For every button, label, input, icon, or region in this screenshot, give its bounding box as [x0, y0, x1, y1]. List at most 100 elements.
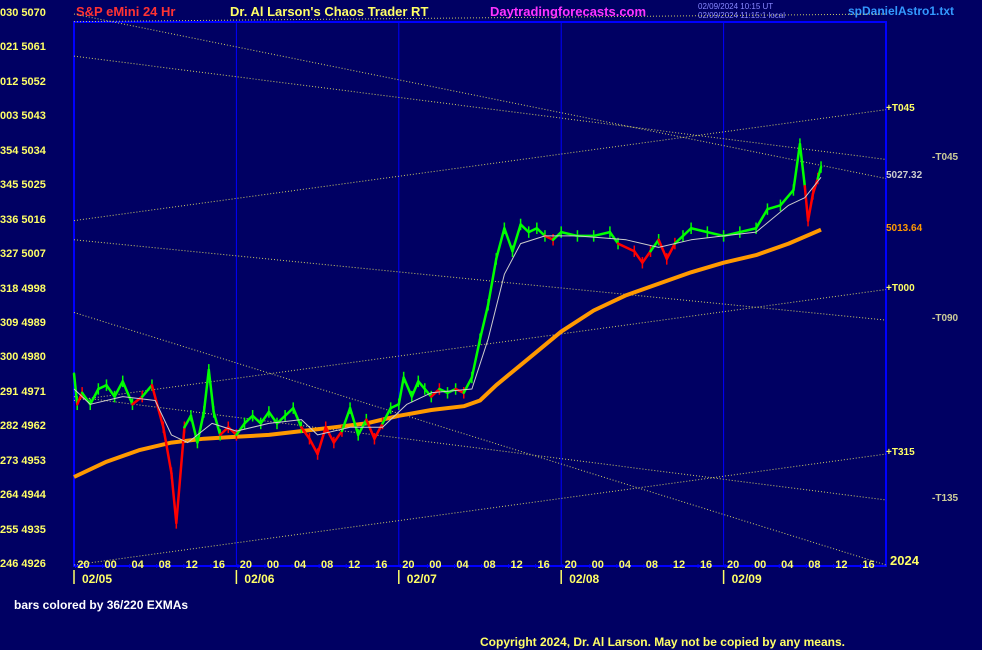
price-segment [183, 414, 193, 429]
price-segment [665, 242, 677, 261]
planet-line-label: -T045 [932, 152, 959, 164]
price-segment [373, 422, 384, 440]
price-segment [348, 406, 360, 437]
price-segment [738, 227, 758, 234]
date-label: 02/07 [407, 572, 437, 586]
price-segment [706, 230, 725, 238]
price-segment [316, 426, 327, 456]
price-segment [88, 387, 100, 406]
ema220-line [73, 227, 822, 479]
hour-label: 08 [321, 559, 333, 571]
hour-label: 20 [402, 559, 414, 571]
price-segment [170, 471, 178, 525]
price-segment [519, 223, 530, 234]
hour-label: 20 [565, 559, 577, 571]
planet-line [73, 13, 887, 180]
hour-label: 08 [808, 559, 820, 571]
planet-line-label: -T135 [932, 492, 959, 504]
price-segment [608, 230, 620, 245]
price-segment [511, 223, 522, 253]
hour-label: 16 [862, 559, 874, 571]
price-segment [633, 249, 644, 264]
planet-line-label: +T000 [886, 282, 915, 294]
price-segment [592, 230, 612, 238]
date-label: 02/06 [244, 572, 274, 586]
price-segment [105, 383, 116, 398]
hour-label: 04 [619, 559, 632, 571]
price-segment [798, 142, 807, 188]
price-segment [417, 380, 427, 391]
price-segment [410, 380, 420, 398]
hour-label: 12 [186, 559, 198, 571]
planet-line-label: +T315 [886, 447, 915, 459]
price-segment [657, 238, 669, 261]
hour-label: 12 [673, 559, 685, 571]
price-segment [681, 227, 693, 238]
price-segment [212, 410, 222, 437]
planet-line [73, 109, 887, 222]
hour-label: 00 [754, 559, 766, 571]
hour-label: 08 [646, 559, 658, 571]
planet-line [73, 55, 887, 160]
price-segment [97, 383, 108, 391]
price-segment [616, 242, 636, 253]
price-segment [494, 227, 506, 261]
price-segment [402, 376, 414, 398]
date-label: 02/08 [569, 572, 599, 586]
hour-label: 16 [213, 559, 225, 571]
year-label: 2024 [890, 553, 919, 568]
price-segment [462, 376, 474, 395]
ema36-line [73, 176, 822, 444]
price-segment [689, 227, 709, 234]
planet-line [73, 453, 887, 566]
hour-label: 04 [132, 559, 145, 571]
price-segment [332, 429, 344, 444]
hour-label: 04 [781, 559, 794, 571]
price-segment [283, 406, 295, 418]
hour-label: 00 [429, 559, 441, 571]
planet-line-label: -T090 [932, 313, 959, 325]
price-segment [243, 414, 254, 425]
price-segment [779, 188, 795, 207]
hour-label: 04 [456, 559, 469, 571]
hour-label: 16 [375, 559, 387, 571]
hour-label: 08 [483, 559, 495, 571]
hour-label: 20 [77, 559, 89, 571]
hour-label: 04 [294, 559, 307, 571]
price-segment [543, 234, 555, 242]
price-segment [162, 426, 173, 475]
hour-label: 12 [348, 559, 360, 571]
planet-line [73, 396, 887, 501]
hour-label: 16 [538, 559, 550, 571]
price-segment [308, 437, 319, 456]
price-segment [389, 403, 401, 410]
bar-color-note: bars colored by 36/220 EXMAs [14, 598, 189, 612]
hour-label: 08 [159, 559, 171, 571]
price-segment [527, 227, 539, 234]
price-segment [267, 410, 279, 425]
hour-label: 12 [510, 559, 522, 571]
planet-line [73, 13, 887, 23]
price-segment [202, 368, 211, 414]
copyright-text: Copyright 2024, Dr. Al Larson. May not b… [480, 635, 845, 649]
price-segment [207, 368, 215, 414]
planet-line-label: +T045 [886, 102, 915, 114]
price-segment [766, 204, 782, 211]
hour-label: 00 [267, 559, 279, 571]
date-label: 02/09 [732, 572, 762, 586]
price-segment [792, 142, 802, 192]
hour-label: 12 [835, 559, 847, 571]
price-segment [503, 227, 514, 253]
price-segment [641, 249, 652, 264]
price-readout: 5013.64 [886, 222, 923, 234]
hour-label: 16 [700, 559, 712, 571]
price-chart: 20 00 04 08 12 1602/0520 00 04 08 12 1602/0620 00 04… [72, 13, 887, 586]
date-label: 02/05 [82, 572, 112, 586]
hour-label: 00 [592, 559, 604, 571]
price-segment [251, 414, 263, 425]
plot-frame [73, 21, 887, 567]
hour-label: 00 [104, 559, 116, 571]
hour-label: 20 [240, 559, 252, 571]
price-segment [535, 227, 547, 238]
hour-label: 20 [727, 559, 739, 571]
